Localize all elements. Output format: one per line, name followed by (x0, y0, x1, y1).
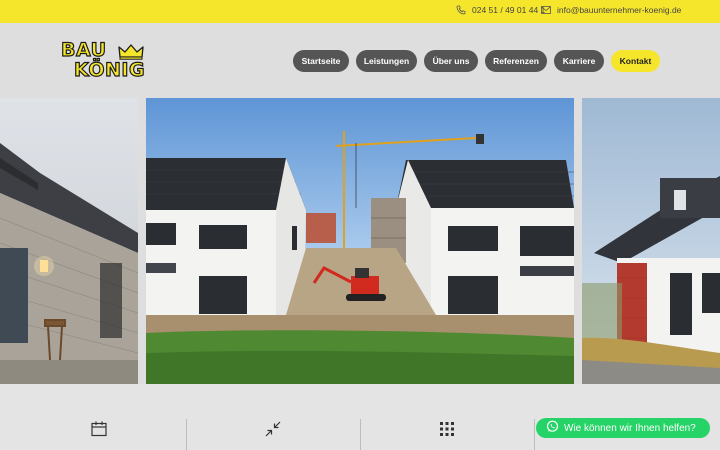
feature-item-2 (186, 418, 360, 450)
feature-divider (534, 419, 535, 450)
logo[interactable]: BAU KÖNIG (60, 40, 152, 82)
site-header: BAU KÖNIG Startseite Leistungen Über uns… (0, 23, 720, 98)
mail-icon (541, 6, 551, 14)
arrows-in-icon (264, 420, 282, 443)
feature-item-3 (360, 418, 534, 450)
email-contact[interactable]: info@bauunternehmer-koenig.de (541, 5, 681, 15)
main-nav: Startseite Leistungen Über uns Referenze… (293, 50, 660, 72)
gallery-slide-2[interactable] (146, 98, 574, 384)
nav-leistungen[interactable]: Leistungen (356, 50, 417, 72)
feature-item-1 (12, 418, 186, 450)
crown-icon (118, 44, 144, 60)
phone-contact[interactable]: 024 51 / 49 01 44 1 (456, 5, 545, 15)
top-contact-bar: 024 51 / 49 01 44 1 info@bauunternehmer-… (0, 0, 720, 23)
email-address: info@bauunternehmer-koenig.de (557, 5, 682, 15)
gallery-slide-3[interactable] (582, 98, 720, 384)
gallery-slide-1[interactable] (0, 98, 138, 384)
nav-ueber-uns[interactable]: Über uns (424, 50, 478, 72)
features-strip (0, 384, 720, 450)
nav-kontakt[interactable]: Kontakt (611, 50, 660, 72)
nav-startseite[interactable]: Startseite (293, 50, 349, 72)
whatsapp-icon (546, 420, 559, 436)
image-gallery (0, 98, 720, 384)
grid-dots-icon (438, 420, 456, 443)
logo-line-2: KÖNIG (73, 59, 146, 81)
calendar-icon (90, 420, 108, 443)
whatsapp-label: Wie können wir Ihnen helfen? (564, 422, 696, 434)
nav-karriere[interactable]: Karriere (554, 50, 604, 72)
phone-number: 024 51 / 49 01 44 1 (472, 5, 546, 15)
whatsapp-help-button[interactable]: Wie können wir Ihnen helfen? (536, 418, 710, 438)
nav-referenzen[interactable]: Referenzen (485, 50, 547, 72)
logo-line-1: BAU (60, 39, 107, 61)
phone-icon (456, 5, 466, 15)
